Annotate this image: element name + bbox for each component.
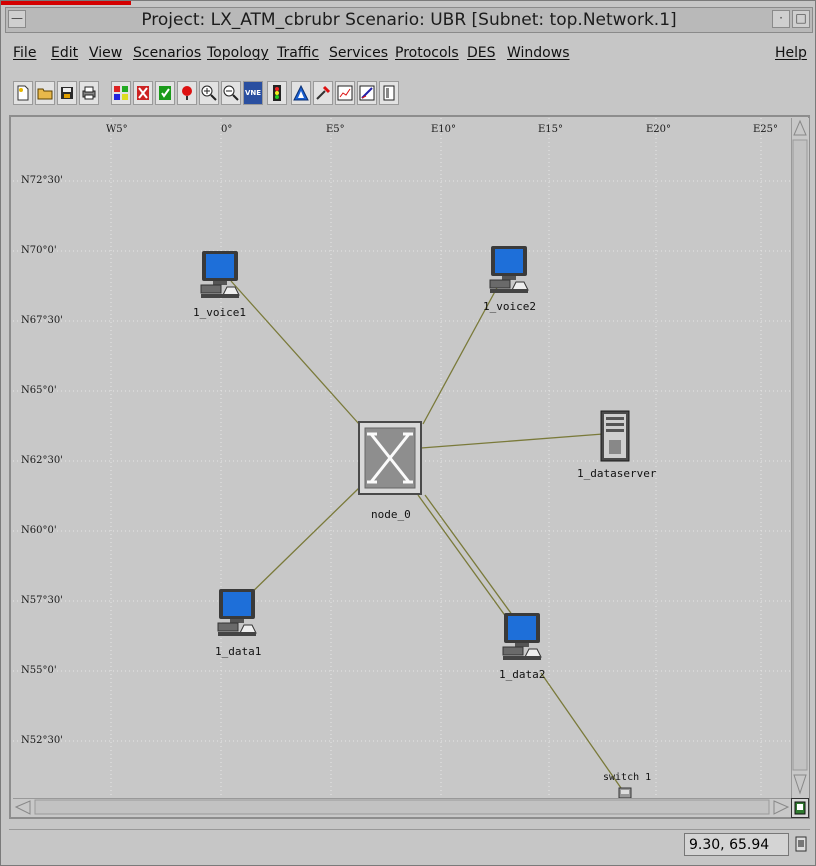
scroll-up-arrow[interactable] — [793, 119, 807, 136]
horizontal-scroll-thumb[interactable] — [34, 799, 770, 815]
switch-icon[interactable] — [617, 786, 633, 798]
menu-view[interactable]: View — [89, 45, 122, 61]
vne-icon[interactable]: VNE — [243, 81, 263, 105]
latitude-label: N65°0' — [21, 385, 57, 396]
zoom-in-icon[interactable] — [199, 81, 219, 105]
recover-node-icon[interactable] — [155, 81, 175, 105]
view-results-icon[interactable] — [313, 81, 333, 105]
return-to-parent-icon[interactable] — [177, 81, 197, 105]
menu-bar: File Edit View Scenarios Topology Traffi… — [5, 41, 813, 67]
longitude-label: E20° — [646, 124, 672, 135]
configure-run-icon[interactable] — [291, 81, 311, 105]
menu-protocols[interactable]: Protocols — [395, 45, 459, 61]
latitude-label: N70°0' — [21, 245, 57, 256]
atm-switch-icon[interactable] — [357, 420, 423, 496]
app-window: — Project: LX_ATM_cbrubr Scenario: UBR [… — [0, 0, 816, 866]
horizontal-scrollbar[interactable] — [13, 798, 791, 816]
vertical-scrollbar[interactable] — [791, 118, 809, 798]
scroll-right-arrow[interactable] — [773, 800, 790, 815]
link-data2-node0-a[interactable] — [417, 494, 510, 622]
latitude-label: N72°30' — [21, 175, 63, 186]
latitude-label: N67°30' — [21, 315, 63, 326]
latitude-label: N60°0' — [21, 525, 57, 536]
graph-icon[interactable] — [357, 81, 377, 105]
navigator-corner-icon[interactable] — [791, 798, 809, 818]
node-label: 1_dataserver — [577, 467, 657, 480]
latitude-label: N55°0' — [21, 665, 57, 676]
longitude-label: E25° — [753, 124, 779, 135]
longitude-label: 0° — [221, 124, 233, 135]
longitude-label: W5° — [106, 124, 128, 135]
zoom-out-icon[interactable] — [221, 81, 241, 105]
panel-icon[interactable] — [379, 81, 399, 105]
coordinate-readout: 9.30, 65.94 — [684, 833, 789, 856]
traffic-light-icon[interactable] — [267, 81, 287, 105]
node-label: switch 1 — [603, 772, 652, 783]
node-label: 1_data2 — [499, 668, 546, 681]
node-label: node_0 — [371, 508, 411, 521]
link-voice1-node0[interactable] — [230, 280, 360, 425]
focus-indicator — [1, 1, 131, 5]
status-bar: 9.30, 65.94 — [9, 829, 810, 860]
longitude-label: E5° — [326, 124, 345, 135]
menu-windows[interactable]: Windows — [507, 45, 570, 61]
menu-des[interactable]: DES — [467, 45, 496, 61]
new-icon[interactable] — [13, 81, 33, 105]
save-icon[interactable] — [57, 81, 77, 105]
menu-traffic[interactable]: Traffic — [277, 45, 319, 61]
title-bar[interactable]: — Project: LX_ATM_cbrubr Scenario: UBR [… — [5, 7, 813, 33]
link-data2-switch1[interactable] — [540, 672, 622, 789]
report-icon[interactable] — [335, 81, 355, 105]
link-dataserver-node0[interactable] — [420, 433, 604, 449]
node-label: 1_voice1 — [193, 306, 246, 319]
menu-edit[interactable]: Edit — [51, 45, 78, 61]
longitude-label: E10° — [431, 124, 457, 135]
fail-node-icon[interactable] — [133, 81, 153, 105]
open-icon[interactable] — [35, 81, 55, 105]
latitude-label: N52°30' — [21, 735, 63, 746]
workstation-icon[interactable] — [199, 250, 241, 302]
object-palette-icon[interactable] — [111, 81, 131, 105]
menu-topology[interactable]: Topology — [207, 45, 269, 61]
node-label: 1_voice2 — [483, 300, 536, 313]
scroll-down-arrow[interactable] — [793, 774, 807, 795]
link-data1-node0[interactable] — [242, 487, 360, 602]
maximize-button[interactable]: □ — [792, 10, 810, 28]
status-indicator-icon[interactable] — [795, 835, 807, 853]
latitude-label: N62°30' — [21, 455, 63, 466]
latitude-label: N57°30' — [21, 595, 63, 606]
workstation-icon[interactable] — [501, 612, 543, 664]
print-icon[interactable] — [79, 81, 99, 105]
vertical-scroll-thumb[interactable] — [792, 139, 808, 771]
menu-help[interactable]: Help — [775, 45, 807, 61]
node-label: 1_data1 — [215, 645, 262, 658]
menu-scenarios[interactable]: Scenarios — [133, 45, 201, 61]
menu-services[interactable]: Services — [329, 45, 388, 61]
workstation-icon[interactable] — [216, 588, 258, 640]
scroll-left-arrow[interactable] — [14, 800, 31, 815]
window-title: Project: LX_ATM_cbrubr Scenario: UBR [Su… — [141, 10, 677, 30]
link-data2-node0-b[interactable] — [424, 494, 514, 617]
menu-file[interactable]: File — [13, 45, 36, 61]
workstation-icon[interactable] — [488, 245, 530, 297]
longitude-label: E15° — [538, 124, 564, 135]
server-icon[interactable] — [599, 410, 631, 464]
minimize-button[interactable]: · — [772, 10, 790, 28]
network-canvas[interactable]: W5° 0° E5° E10° E15° E20° E25° N72°30' N… — [13, 118, 791, 798]
